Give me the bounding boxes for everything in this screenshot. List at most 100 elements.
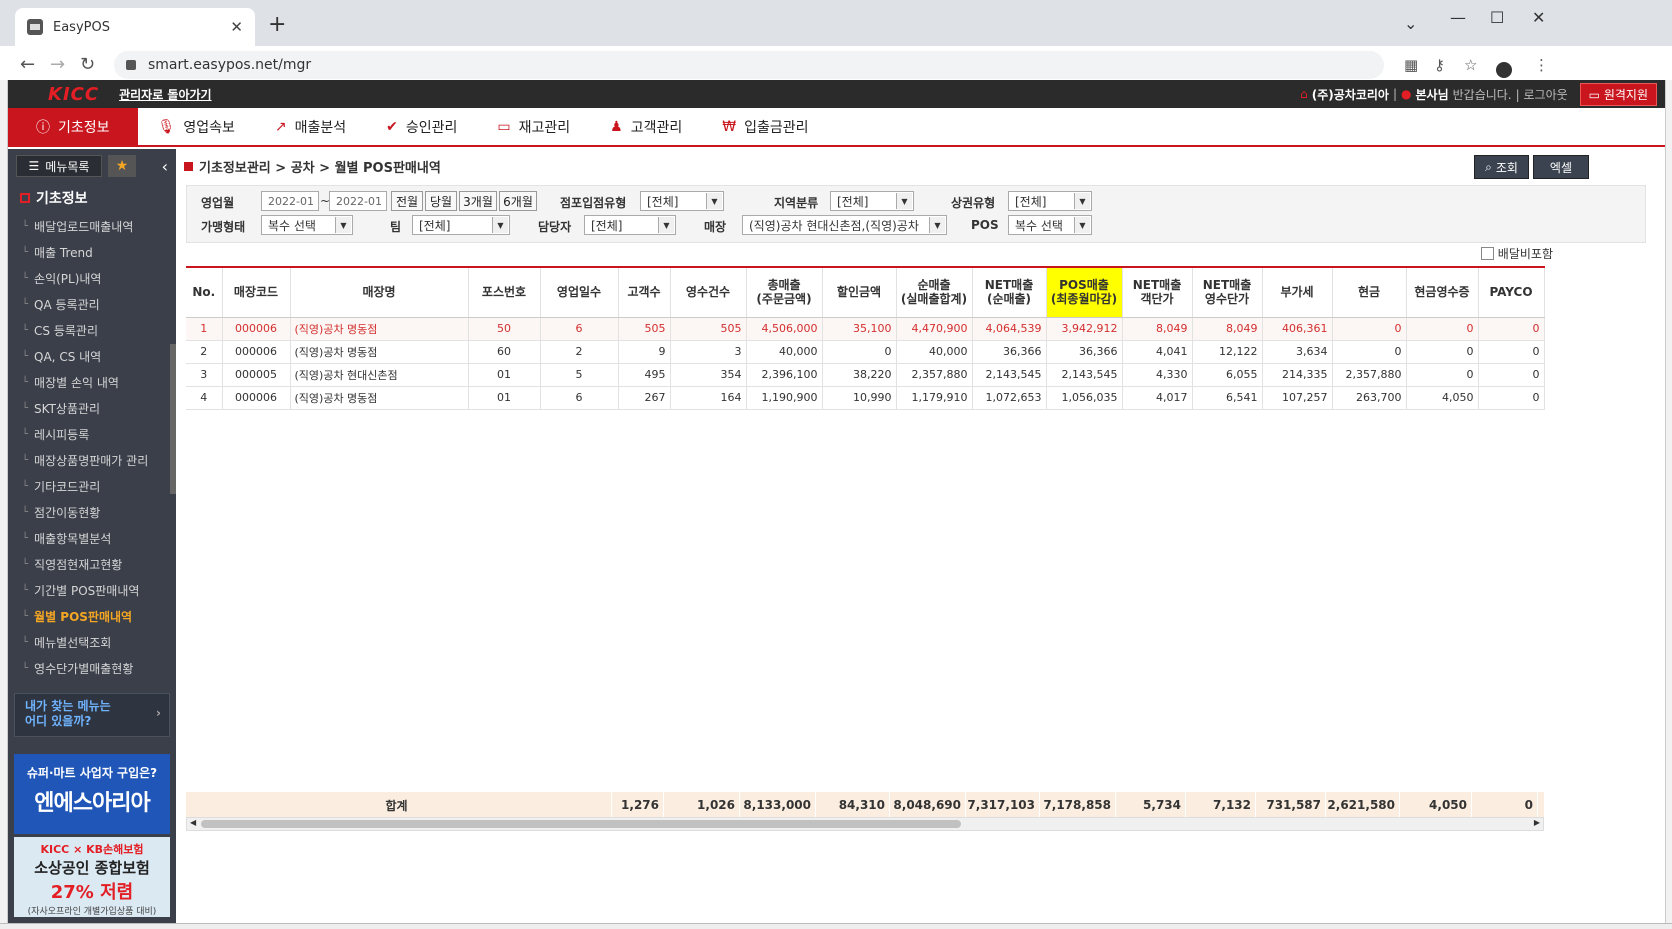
column-header[interactable]: NET매출 객단가 (1122, 266, 1193, 318)
url-field[interactable]: smart.easypos.net/mgr (114, 51, 1384, 79)
back-arrow-icon[interactable]: ← (20, 54, 35, 75)
menu-sales-flash[interactable]: 🎙 영업속보 (138, 108, 255, 145)
sidebar-item[interactable]: 손익(PL)내역 (8, 265, 176, 291)
3-month-button[interactable]: 3개월 (459, 191, 497, 211)
pos-select[interactable]: 복수 선택 ▼ (1008, 215, 1092, 235)
sidebar-item[interactable]: 메뉴별선택조회 (8, 629, 176, 655)
more-menu-icon[interactable]: ⋮ (1534, 56, 1549, 74)
column-header[interactable]: NET매출 영수단가 (1192, 266, 1263, 318)
curr-month-button[interactable]: 당월 (425, 191, 457, 211)
table-row[interactable]: 2 000006 (직영)공차 명동점 60 2 9 3 40,000 0 40,000 36,36… (186, 340, 1545, 364)
sidebar-item[interactable]: 기간별 POS판매내역 (8, 577, 176, 603)
sidebar-item[interactable]: CS 등록관리 (8, 317, 176, 343)
menu-deposit[interactable]: ₩ 입출금관리 (702, 108, 828, 145)
excel-button[interactable]: 엑셀 (1532, 155, 1589, 179)
table-cell: 35,100 (822, 317, 897, 341)
sidebar-item[interactable]: 매출항목별분석 (8, 525, 176, 551)
sidebar-item[interactable]: 매장별 손익 내역 (8, 369, 176, 395)
browser-tab[interactable]: EasyPOS ✕ (15, 8, 255, 46)
sidebar-item[interactable]: 월별 POS판매내역 (8, 603, 176, 629)
key-icon[interactable]: ⚷ (1434, 56, 1445, 74)
tab-search-icon[interactable]: ⌄ (1404, 14, 1417, 33)
bookmark-star-icon[interactable]: ☆ (1464, 56, 1477, 74)
menu-inventory[interactable]: ▭ 재고관리 (477, 108, 590, 145)
sidebar-item[interactable]: 매출 Trend (8, 239, 176, 265)
column-header[interactable]: 현금 (1332, 266, 1407, 318)
scroll-right-icon[interactable]: ▶ (1534, 818, 1540, 827)
table-row[interactable]: 1 000006 (직영)공차 명동점 50 6 505 505 4,506,000 35,10… (186, 317, 1545, 341)
franchise-select[interactable]: 복수 선택 ▼ (261, 215, 353, 235)
column-header[interactable]: No. (186, 266, 223, 318)
column-header[interactable]: 현금영수증 (1406, 266, 1479, 318)
column-header[interactable]: 부가세 (1262, 266, 1333, 318)
menu-label: 재고관리 (518, 119, 571, 136)
column-header[interactable]: 매장코드 (222, 266, 291, 318)
month-to-input[interactable]: 2022-01 (329, 191, 387, 211)
find-menu-banner[interactable]: 내가 찾는 메뉴는 어디 있을까? › (14, 693, 170, 737)
delivery-fee-checkbox[interactable] (1480, 247, 1494, 260)
column-header[interactable]: 포스번호 (468, 266, 541, 318)
column-header[interactable]: 영수건수 (670, 266, 747, 318)
menu-sales-analysis[interactable]: ↗ 매출분석 (255, 108, 366, 145)
sidebar-item[interactable]: 영수단가별매출현황 (8, 655, 176, 681)
sidebar-item[interactable]: QA 등록관리 (8, 291, 176, 317)
sidebar-item[interactable]: 레시피등록 (8, 421, 176, 447)
column-header[interactable]: 순매출 (실매출합계) (896, 266, 973, 318)
month-from-input[interactable]: 2022-01 (261, 191, 319, 211)
store-type-select[interactable]: [전체] ▼ (640, 191, 724, 211)
forward-arrow-icon[interactable]: → (50, 54, 65, 75)
region-select[interactable]: [전체] ▼ (830, 191, 914, 211)
menu-basic-info[interactable]: ⓘ 기초정보 (8, 108, 138, 145)
reload-icon[interactable]: ↻ (80, 54, 95, 75)
qr-icon[interactable]: ▦ (1404, 56, 1418, 74)
new-tab-icon[interactable]: + (268, 12, 286, 37)
ad-banner-kb-insurance[interactable]: KICC × KB손해보험 소상공인 종합보험 27% 저렴 (자사오프라인 개… (14, 837, 170, 917)
manager-select[interactable]: [전체] ▼ (584, 215, 676, 235)
column-header[interactable]: 매장명 (290, 266, 469, 318)
column-header[interactable]: NET매출 (순매출) (972, 266, 1047, 318)
sidebar-item[interactable]: 직영점현재고현황 (8, 551, 176, 577)
ad-banner-nsaria[interactable]: 슈퍼·마트 사업자 구입은? 엔에스아리아 (14, 754, 170, 834)
sidebar-item[interactable]: 매장상품명판매가 관리 (8, 447, 176, 473)
sidebar-item[interactable]: QA, CS 내역 (8, 343, 176, 369)
sidebar-item[interactable]: 배달업로드매출내역 (8, 213, 176, 239)
menu-list-button[interactable]: ☰ 메뉴목록 (16, 155, 102, 177)
prev-month-button[interactable]: 전월 (391, 191, 423, 211)
column-header[interactable]: 영업일수 (540, 266, 619, 318)
collapse-sidebar-icon[interactable]: ‹ (162, 157, 168, 176)
sidebar-item[interactable]: SKT상품관리 (8, 395, 176, 421)
minimize-icon[interactable]: — (1450, 8, 1466, 27)
6-month-button[interactable]: 6개월 (499, 191, 537, 211)
horizontal-scrollbar[interactable]: ◀ ▶ (186, 817, 1544, 831)
table-row[interactable]: 3 000005 (직영)공차 현대신촌점 01 5 495 354 2,396,100 38,… (186, 363, 1545, 387)
commercial-select[interactable]: [전체] ▼ (1008, 191, 1092, 211)
sidebar-item[interactable]: 점간이동현황 (8, 499, 176, 525)
column-header[interactable]: 할인금액 (822, 266, 897, 318)
search-button[interactable]: ⌕ 조회 (1474, 155, 1529, 179)
business-month-label: 영업월 (201, 196, 235, 210)
scrollbar-thumb[interactable] (201, 820, 961, 828)
sidebar-item[interactable]: 기타코드관리 (8, 473, 176, 499)
table-row[interactable]: 4 000006 (직영)공차 명동점 01 6 267 164 1,190,900 10,99… (186, 386, 1545, 410)
store-select[interactable]: (직영)공차 현대신촌점,(직영)공차 ▼ (742, 215, 947, 235)
table-cell: 12,122 (1192, 340, 1263, 364)
profile-avatar-icon[interactable] (1496, 62, 1512, 78)
column-header[interactable]: PAYCO (1478, 266, 1545, 318)
tab-close-icon[interactable]: ✕ (230, 18, 243, 36)
logout-link[interactable]: | 로그아웃 (1516, 86, 1568, 103)
menu-approval[interactable]: ✔ 승인관리 (366, 108, 477, 145)
remote-support-button[interactable]: ▭ 원격지원 (1579, 82, 1657, 106)
column-header[interactable]: 총매출 (주문금액) (746, 266, 823, 318)
scroll-left-icon[interactable]: ◀ (190, 818, 196, 827)
menu-customer[interactable]: ♟ 고객관리 (590, 108, 702, 145)
favorites-star-icon[interactable]: ★ (108, 155, 136, 177)
maximize-icon[interactable]: ☐ (1490, 8, 1504, 27)
back-to-admin-link[interactable]: 관리자로 돌아가기 (119, 86, 212, 103)
window-close-icon[interactable]: ✕ (1532, 8, 1545, 27)
column-header[interactable]: POS매출 (최종월마감) (1046, 266, 1123, 318)
column-header[interactable]: 고객수 (618, 266, 671, 318)
team-select[interactable]: [전체] ▼ (412, 215, 510, 235)
region-label: 지역분류 (774, 196, 819, 210)
table-cell: 263,700 (1332, 386, 1407, 410)
table-cell: 6,055 (1192, 363, 1263, 387)
